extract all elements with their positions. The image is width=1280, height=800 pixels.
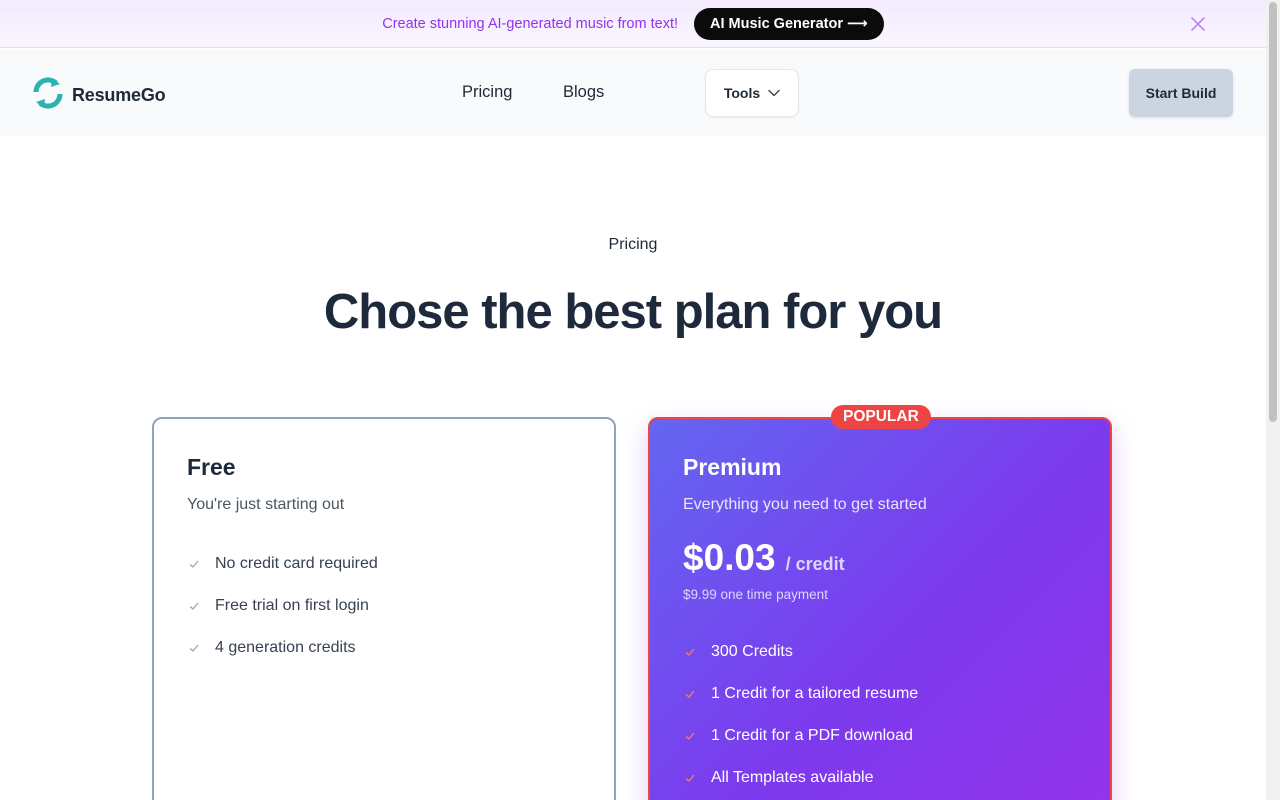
price-unit: / credit xyxy=(785,554,845,574)
popular-badge: POPULAR xyxy=(831,405,931,429)
price: $0.03 xyxy=(683,537,776,578)
feature-label: 300 Credits xyxy=(711,643,793,660)
feature-item: No credit card required xyxy=(187,543,378,585)
feature-label: No credit card required xyxy=(215,555,378,572)
feature-item: 300 Credits xyxy=(683,631,918,673)
feature-list: No credit card required Free trial on fi… xyxy=(187,543,378,669)
feature-label: 1 Credit for a tailored resume xyxy=(711,685,919,702)
scrollbar-thumb[interactable] xyxy=(1269,2,1277,422)
navbar: ResumeGo Pricing Blogs Tools Start Build xyxy=(0,49,1266,136)
check-icon xyxy=(685,690,695,698)
feature-label: 4 generation credits xyxy=(215,639,356,656)
close-icon[interactable] xyxy=(1189,15,1207,33)
start-build-button[interactable]: Start Build xyxy=(1129,69,1233,117)
nav-link-pricing[interactable]: Pricing xyxy=(462,83,512,102)
chevron-down-icon xyxy=(768,89,780,97)
announcement-banner: Create stunning AI-generated music from … xyxy=(0,0,1266,48)
feature-item: 4 generation credits xyxy=(187,627,378,669)
check-icon xyxy=(189,644,199,652)
logo[interactable]: ResumeGo xyxy=(32,76,166,115)
price-row: $0.03 / credit xyxy=(683,537,845,579)
plan-description: You're just starting out xyxy=(187,496,345,513)
plan-name: Premium xyxy=(683,454,782,480)
logo-text: ResumeGo xyxy=(72,85,166,105)
check-icon xyxy=(189,560,199,568)
nav-link-blogs[interactable]: Blogs xyxy=(563,83,604,102)
feature-item: 1 Credit for a tailored resume xyxy=(683,673,918,715)
feature-item: Free trial on first login xyxy=(187,585,378,627)
page-title: Chose the best plan for you xyxy=(323,285,943,339)
check-icon xyxy=(685,648,695,656)
feature-item: 1 Credit for a PDF download xyxy=(683,715,918,757)
check-icon xyxy=(685,732,695,740)
feature-list: 300 Credits 1 Credit for a tailored resu… xyxy=(683,631,918,799)
check-icon xyxy=(189,602,199,610)
banner-cta-label: AI Music Generator xyxy=(710,15,843,32)
banner-text: Create stunning AI-generated music from … xyxy=(382,15,679,32)
tools-dropdown[interactable]: Tools xyxy=(705,69,799,117)
ai-music-generator-button[interactable]: AI Music Generator ⟶ xyxy=(694,7,884,40)
price-note: $9.99 one time payment xyxy=(683,587,828,602)
feature-label: 1 Credit for a PDF download xyxy=(711,727,913,744)
plan-description: Everything you need to get started xyxy=(683,496,927,513)
plan-name: Free xyxy=(187,454,236,480)
plan-card-premium: Premium Everything you need to get start… xyxy=(648,417,1112,800)
feature-label: Free trial on first login xyxy=(215,597,369,614)
feature-item: All Templates available xyxy=(683,757,918,799)
refresh-logo-icon xyxy=(32,76,64,115)
section-eyebrow: Pricing xyxy=(608,236,658,253)
feature-label: All Templates available xyxy=(711,769,874,786)
plan-card-free: Free You're just starting out No credit … xyxy=(152,417,616,800)
tools-label: Tools xyxy=(723,85,761,101)
arrow-right-icon: ⟶ xyxy=(846,15,868,32)
check-icon xyxy=(685,774,695,782)
page-scrollbar[interactable] xyxy=(1266,0,1280,800)
